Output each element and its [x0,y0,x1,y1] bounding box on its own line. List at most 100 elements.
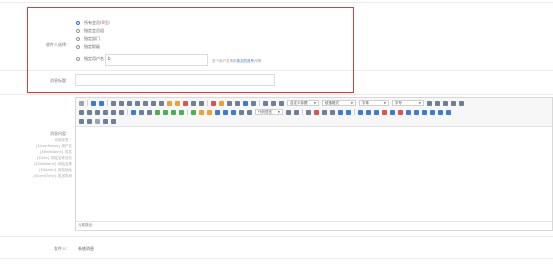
blockquote-icon[interactable] [191,100,196,106]
clear-doc-icon[interactable] [251,100,256,106]
toolbar-separator [207,100,208,106]
superscript-icon[interactable] [151,100,156,106]
split-cols-icon[interactable] [446,109,451,115]
paste-plain-icon[interactable] [199,100,204,106]
paragraph-spacing-icon[interactable] [279,100,284,106]
date-icon[interactable] [314,109,319,115]
paragraph-format-select[interactable]: 段落格式 ▼ [322,100,356,106]
simple-upload-icon[interactable] [191,109,196,115]
align-left-icon[interactable] [79,109,84,115]
special-char-icon[interactable] [330,109,335,115]
indent-icon[interactable] [427,100,432,106]
highlight-box [27,7,354,93]
code-insert-icon[interactable] [247,109,252,115]
toolbar-separator [259,100,260,106]
format-match-icon[interactable] [167,100,172,106]
image-left-icon[interactable] [155,109,160,115]
align-none-icon[interactable] [451,100,456,106]
page-break-icon[interactable] [286,109,291,115]
section-divider [0,236,553,237]
unordered-list-icon[interactable] [235,100,240,106]
emotion-icon[interactable] [199,109,204,115]
align-right-icon[interactable] [95,109,100,115]
auto-typeset-icon[interactable] [175,100,180,106]
italic-icon[interactable] [119,100,124,106]
attachment-icon[interactable] [223,109,228,115]
font-color-icon[interactable] [211,100,216,106]
map-icon[interactable] [231,109,236,115]
template-icon[interactable] [294,109,299,115]
custom-title-select[interactable]: 自定义标题 ▼ [287,100,319,106]
variable-item: {$SendTime} 发送时间 [32,174,72,178]
scrawl-icon[interactable] [207,109,212,115]
horizontal-rule-icon[interactable] [306,109,311,115]
toolbar-separator [87,100,88,106]
font-family-select[interactable]: 字体 ▼ [359,100,389,106]
insert-table-icon[interactable] [358,109,363,115]
image-center-icon[interactable] [179,109,184,115]
image-none-icon[interactable] [163,109,168,115]
insert-video-icon[interactable] [215,109,220,115]
insert-row-icon[interactable] [374,109,379,115]
image-right-icon[interactable] [171,109,176,115]
insert-col-icon[interactable] [390,109,395,115]
variable-list: 可用标签： {$UserName} 用户名 {$RealName} 姓名 {$S… [20,137,72,179]
font-size-select[interactable]: 字号 ▼ [392,100,424,106]
editor-status-bar: 元素路径: [76,221,552,230]
section-divider [0,94,553,95]
background-color-icon[interactable] [219,100,224,106]
drafts-icon[interactable] [103,118,108,124]
anchor-icon[interactable] [147,109,152,115]
align-center-icon[interactable] [87,109,92,115]
print-icon[interactable] [79,118,84,124]
merge-cells-icon[interactable] [406,109,411,115]
undo-icon[interactable] [91,100,96,106]
delete-col-icon[interactable] [398,109,403,115]
align-justify-icon[interactable] [103,109,108,115]
merge-right-icon[interactable] [414,109,419,115]
sender-value: 系统消息 [78,246,94,251]
insert-frame-icon[interactable] [239,109,244,115]
source-code-icon[interactable] [79,100,84,106]
search-replace-icon[interactable] [346,109,351,115]
split-rows-icon[interactable] [438,109,443,115]
case-lower-icon[interactable] [119,109,124,115]
delete-table-icon[interactable] [366,109,371,115]
ordered-list-icon[interactable] [227,100,232,106]
strikethrough-icon[interactable] [143,100,148,106]
row-spacing-icon[interactable] [263,100,268,106]
top-divider [0,2,553,3]
clear-format-icon[interactable] [183,100,188,106]
wordimage-icon[interactable] [338,109,343,115]
help-icon[interactable] [111,118,116,124]
search-icon[interactable] [95,118,100,124]
merge-down-icon[interactable] [422,109,427,115]
rich-text-editor: 自定义标题 ▼ 段落格式 ▼ 字体 ▼ 字号 ▼ 代码语言 ▼ 元素路径: [75,97,553,231]
line-height-icon[interactable] [271,100,276,106]
unlink-icon[interactable] [139,109,144,115]
element-path: 元素路径: [78,223,94,227]
bold-icon[interactable] [111,100,116,106]
split-cells-icon[interactable] [430,109,435,115]
preview-icon[interactable] [87,118,92,124]
section-divider [0,258,553,259]
case-upper-icon[interactable] [111,109,116,115]
sender-label: 发件人： [54,246,70,251]
redo-icon[interactable] [99,100,104,106]
subscript-icon[interactable] [159,100,164,106]
underline-icon[interactable] [127,100,132,106]
font-border-icon[interactable] [135,100,140,106]
link-icon[interactable] [131,109,136,115]
toolbar-separator [127,109,128,115]
time-icon[interactable] [322,109,327,115]
code-language-select[interactable]: 代码语言 ▼ [255,109,283,115]
align-left-icon[interactable] [459,100,464,106]
rtl-icon[interactable] [443,100,448,106]
select-all-icon[interactable] [243,100,248,106]
toolbar-separator [187,109,188,115]
ltr-icon[interactable] [435,100,440,106]
delete-row-icon[interactable] [382,109,387,115]
editor-toolbar: 自定义标题 ▼ 段落格式 ▼ 字体 ▼ 字号 ▼ 代码语言 ▼ [76,98,552,127]
editor-content-area[interactable] [76,126,552,222]
toolbar-separator [354,109,355,115]
